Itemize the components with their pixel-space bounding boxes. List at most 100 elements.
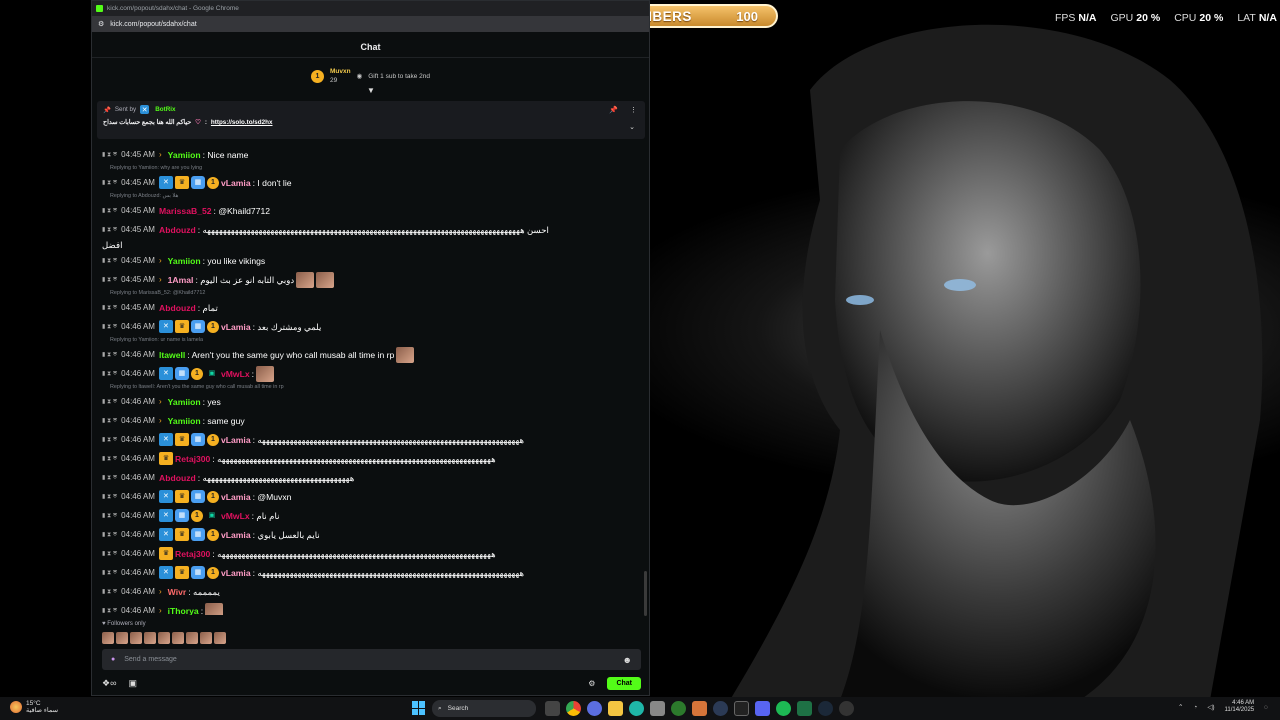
bot-name[interactable]: BotRix <box>155 106 175 113</box>
pinned-link[interactable]: https://solo.to/sd2hx <box>211 119 273 126</box>
username[interactable]: ltaweIl <box>159 350 185 360</box>
emote[interactable] <box>396 346 415 363</box>
weather-widget[interactable]: 15°C سماء صافية <box>10 700 58 714</box>
chat-message[interactable]: افضل <box>102 239 640 251</box>
chat-message[interactable]: ▮ ⧗ ⛨ 04:45 AM › Yamiion: you like vikings <box>102 251 640 270</box>
chat-message[interactable]: ▮ ⧗ ⛨ 04:46 AM ✕ ♛ ▦ 1 vLamia: @Muvxn <box>102 487 640 506</box>
username[interactable]: MarissaB_52 <box>159 206 212 216</box>
scrollbar[interactable] <box>644 571 647 616</box>
emote[interactable] <box>158 632 170 644</box>
emote[interactable] <box>116 632 128 644</box>
chat-message[interactable]: ▮ ⧗ ⛨ 04:46 AM ♛ Retaj300: هههههههههههههههه… <box>102 544 640 563</box>
emote[interactable] <box>172 632 184 644</box>
notification-icon[interactable]: ◌ <box>1264 704 1268 711</box>
reply-context[interactable]: Replying to Yamiion: why are you lying <box>102 164 640 173</box>
unpin-icon[interactable]: 📌 <box>609 106 618 114</box>
emote[interactable] <box>130 632 142 644</box>
username[interactable]: vLamia <box>221 568 251 578</box>
expand-chevron-icon[interactable]: ⌄ <box>629 123 635 131</box>
start-icon[interactable] <box>412 701 426 715</box>
mod-actions-icon[interactable]: ▮ ⧗ ⛨ <box>102 206 117 216</box>
reply-context[interactable]: Replying to Yamiion: ur name is lamela <box>102 336 640 345</box>
address-bar[interactable]: ⚙ kick.com/popout/sdahx/chat <box>92 16 649 32</box>
emote[interactable] <box>200 632 212 644</box>
emote[interactable] <box>214 632 226 644</box>
mod-actions-icon[interactable]: ▮ ⧗ ⛨ <box>102 350 117 360</box>
username[interactable]: iThorya <box>168 606 199 616</box>
emote[interactable] <box>205 602 224 615</box>
chat-message[interactable]: ▮ ⧗ ⛨ 04:46 AM ltaweIl: Aren't you the sam… <box>102 345 640 364</box>
window-titlebar[interactable]: kick.com/popout/sdahx/chat - Google Chro… <box>92 1 649 16</box>
mod-actions-icon[interactable]: ▮ ⧗ ⛨ <box>102 256 117 266</box>
username[interactable]: vLamia <box>221 178 251 188</box>
username[interactable]: Yamiion <box>168 150 201 160</box>
username[interactable]: Wivr <box>168 587 187 597</box>
mod-actions-icon[interactable]: ▮ ⧗ ⛨ <box>102 150 117 160</box>
obs-icon[interactable] <box>839 701 854 716</box>
mod-actions-icon[interactable]: ▮ ⧗ ⛨ <box>102 225 117 235</box>
mod-actions-icon[interactable]: ▮ ⧗ ⛨ <box>102 568 117 578</box>
discord-icon[interactable] <box>755 701 770 716</box>
chat-message[interactable]: ▮ ⧗ ⛨ 04:46 AM ✕ ♛ ▦ 1 vLamia: نايم بالعسل ياب… <box>102 525 640 544</box>
chat-messages[interactable]: ▮ ⧗ ⛨ 04:45 AM › Yamiion: Nice name Replying… <box>102 145 640 615</box>
username[interactable]: vLamia <box>221 435 251 445</box>
username[interactable]: vMwLx <box>221 369 250 379</box>
emote[interactable] <box>144 632 156 644</box>
username[interactable]: Yamiion <box>168 397 201 407</box>
username[interactable]: vLamia <box>221 530 251 540</box>
x-icon[interactable] <box>734 701 749 716</box>
steam-icon[interactable] <box>818 701 833 716</box>
taskview-icon[interactable] <box>545 701 560 716</box>
wifi-icon[interactable]: ◔ <box>1193 704 1197 711</box>
chat-message[interactable]: ▮ ⧗ ⛨ 04:45 AM › Yamiion: Nice name <box>102 145 640 164</box>
mod-actions-icon[interactable]: ▮ ⧗ ⛨ <box>102 587 117 597</box>
gift-shop-icon[interactable]: ▣ <box>128 678 137 689</box>
chat-message[interactable]: ▮ ⧗ ⛨ 04:46 AM › Yamiion: yes <box>102 392 640 411</box>
mod-actions-icon[interactable]: ▮ ⧗ ⛨ <box>102 473 117 483</box>
mod-actions-icon[interactable]: ▮ ⧗ ⛨ <box>102 275 117 285</box>
chat-message[interactable]: ▮ ⧗ ⛨ 04:46 AM ✕ ▦ 1 ▣ vMwLx: <box>102 364 640 383</box>
reply-context[interactable]: Replying to ltaweIl: Aren't you the same… <box>102 383 640 392</box>
reply-context[interactable]: Replying to MarissaB_52: @Khaild7712 <box>102 289 640 298</box>
chat-message[interactable]: ▮ ⧗ ⛨ 04:46 AM ♛ Retaj300: هههههههههههههههه… <box>102 449 640 468</box>
settings-gear-icon[interactable]: ⚙ <box>588 679 595 688</box>
mod-actions-icon[interactable]: ▮ ⧗ ⛨ <box>102 606 117 616</box>
emote[interactable] <box>316 271 335 288</box>
chat-message[interactable]: ▮ ⧗ ⛨ 04:45 AM › 1Amal: دوبي التابه انو عز … <box>102 270 640 289</box>
emote[interactable] <box>296 271 315 288</box>
mod-actions-icon[interactable]: ▮ ⧗ ⛨ <box>102 530 117 540</box>
store-icon[interactable] <box>650 701 665 716</box>
username[interactable]: Retaj300 <box>175 454 210 464</box>
chrome-icon[interactable] <box>566 701 581 716</box>
username[interactable]: Abdouzd <box>159 225 196 235</box>
mod-actions-icon[interactable]: ▮ ⧗ ⛨ <box>102 369 117 379</box>
excel-icon[interactable] <box>797 701 812 716</box>
chat-message[interactable]: ▮ ⧗ ⛨ 04:46 AM › iThorya: <box>102 601 640 615</box>
chat-message[interactable]: ▮ ⧗ ⛨ 04:45 AM Abdouzd: احسن ههههههههههههه… <box>102 220 640 239</box>
chat-message[interactable]: ▮ ⧗ ⛨ 04:46 AM ✕ ♛ ▦ 1 vLamia: ههههههههههههههه… <box>102 563 640 582</box>
mod-actions-icon[interactable]: ▮ ⧗ ⛨ <box>102 303 117 313</box>
chat-message[interactable]: ▮ ⧗ ⛨ 04:46 AM › Wivr: يممممه <box>102 582 640 601</box>
mod-actions-icon[interactable]: ▮ ⧗ ⛨ <box>102 178 117 188</box>
clock[interactable]: 4:46 AM 11/14/2025 <box>1225 700 1255 714</box>
site-info-icon[interactable]: ⚙ <box>98 20 104 28</box>
send-chat-button[interactable]: Chat <box>607 676 641 690</box>
username[interactable]: Retaj300 <box>175 549 210 559</box>
chat-message[interactable]: ▮ ⧗ ⛨ 04:46 AM › Yamiion: same guy <box>102 411 640 430</box>
mod-actions-icon[interactable]: ▮ ⧗ ⛨ <box>102 549 117 559</box>
mod-actions-icon[interactable]: ▮ ⧗ ⛨ <box>102 492 117 502</box>
volume-icon[interactable]: ◁) <box>1207 703 1214 711</box>
mod-actions-icon[interactable]: ▮ ⧗ ⛨ <box>102 397 117 407</box>
mod-actions-icon[interactable]: ▮ ⧗ ⛨ <box>102 322 117 332</box>
points-icon[interactable]: ❖∞ <box>102 678 116 689</box>
mod-actions-icon[interactable]: ▮ ⧗ ⛨ <box>102 435 117 445</box>
more-icon[interactable]: ⋮ <box>630 106 637 114</box>
username[interactable]: Yamiion <box>168 416 201 426</box>
chat-message[interactable]: ▮ ⧗ ⛨ 04:46 AM ✕ ▦ 1 ▣ vMwLx: نام نام <box>102 506 640 525</box>
chevron-up-icon[interactable]: ⌃ <box>1178 703 1183 711</box>
chat-message[interactable]: ▮ ⧗ ⛨ 04:46 AM Abdouzd: هههههههههههههههههه… <box>102 468 640 487</box>
username[interactable]: vMwLx <box>221 511 250 521</box>
username[interactable]: vLamia <box>221 492 251 502</box>
app-icon[interactable] <box>692 701 707 716</box>
mic-icon[interactable]: ● <box>111 656 115 663</box>
